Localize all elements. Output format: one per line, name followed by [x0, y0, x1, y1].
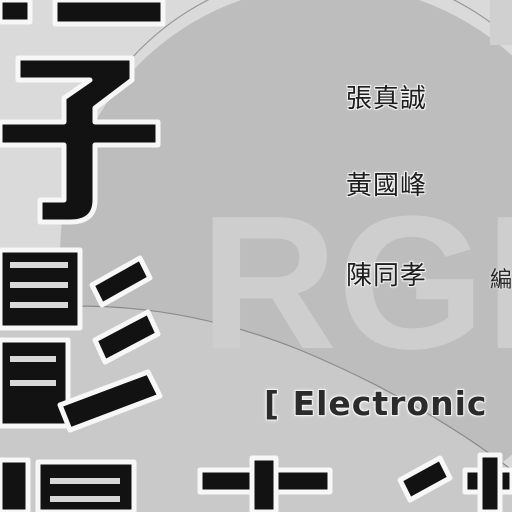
- inner-stroke-2: [10, 282, 68, 288]
- glyph-shu-stem: [477, 452, 503, 512]
- glyph-fragment-top: [52, 0, 166, 27]
- inner-stroke-4: [10, 356, 56, 362]
- author-name-3: 陳同孝: [346, 261, 428, 291]
- glyph-ying-top: [0, 247, 83, 331]
- inner-stroke-3: [10, 302, 68, 308]
- cover-artwork: RGB: [0, 0, 512, 512]
- inner-stroke-6: [50, 478, 120, 484]
- glyph-xiang-right: [35, 459, 137, 512]
- author-name-2: 黃國峰: [346, 171, 428, 201]
- glyph-ji-stem: [249, 455, 279, 512]
- inner-stroke-7: [50, 496, 120, 502]
- english-title: [ Electronic: [264, 384, 488, 423]
- glyph-xiang-left: [0, 457, 31, 512]
- glyph-fragment-top-left: [0, 0, 33, 25]
- inner-stroke-1: [10, 262, 68, 268]
- editor-mark: 編: [490, 268, 512, 293]
- corner-block: [490, 0, 512, 45]
- book-cover: RGB: [0, 0, 512, 512]
- inner-stroke-5: [10, 380, 56, 386]
- author-name-1: 張真誠: [346, 84, 428, 114]
